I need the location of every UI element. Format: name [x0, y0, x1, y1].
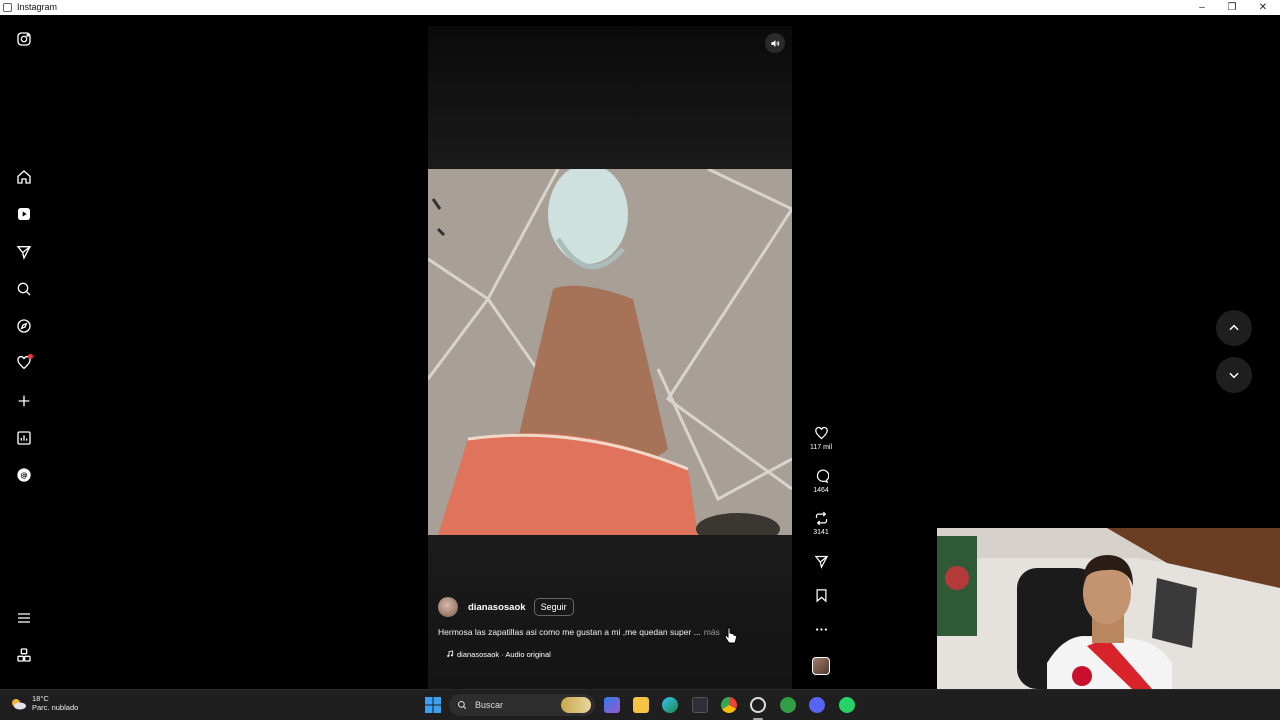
- whatsapp-icon[interactable]: [839, 697, 855, 713]
- heart-icon: [814, 426, 828, 440]
- webcam-feed: [937, 528, 1280, 689]
- window-title: Instagram: [17, 2, 58, 12]
- repost-icon: [815, 511, 827, 526]
- search-icon: [457, 700, 467, 710]
- ellipsis-icon: [815, 628, 827, 631]
- save-button[interactable]: [806, 588, 836, 603]
- audio-link[interactable]: dianasosaok · Audio original: [438, 646, 656, 662]
- dashboard-icon[interactable]: [12, 426, 36, 450]
- share-button[interactable]: [806, 554, 836, 569]
- windows-taskbar: 18°C Parc. nublado Buscar: [0, 689, 1280, 720]
- messages-icon[interactable]: [12, 240, 36, 264]
- video-frame: [428, 169, 792, 535]
- author-username[interactable]: dianasosaok: [468, 602, 526, 613]
- window-titlebar: Instagram – ❐ ✕: [0, 0, 1280, 15]
- windows-logo-icon: [425, 697, 441, 713]
- bookmark-icon: [816, 589, 826, 603]
- svg-text:@: @: [20, 471, 27, 480]
- edge-icon[interactable]: [662, 697, 678, 713]
- comment-count: 1464: [813, 487, 829, 494]
- threads-icon[interactable]: @: [12, 463, 36, 487]
- comment-icon: [816, 469, 829, 484]
- repost-count: 3141: [813, 529, 829, 536]
- repost-button[interactable]: 3141: [806, 511, 836, 536]
- file-explorer-icon[interactable]: [633, 697, 649, 713]
- instagram-taskbar-icon[interactable]: [750, 697, 766, 713]
- more-options-button[interactable]: [806, 622, 836, 637]
- notification-badge: [28, 354, 33, 359]
- caption-more-link[interactable]: más: [704, 627, 720, 637]
- app-icon: [3, 3, 12, 12]
- audio-toggle-button[interactable]: [765, 33, 785, 53]
- caption-text: Hermosa las zapatillas asi como me gusta…: [438, 627, 701, 637]
- also-from-meta-icon[interactable]: [12, 643, 36, 667]
- restore-button[interactable]: ❐: [1217, 0, 1247, 15]
- instagram-logo-icon[interactable]: [12, 27, 36, 51]
- home-icon[interactable]: [12, 165, 36, 189]
- audio-label: dianasosaok · Audio original: [457, 649, 551, 659]
- reel-player[interactable]: dianasosaok Seguir Hermosa las zapatilla…: [428, 26, 792, 689]
- music-note-icon: [447, 650, 454, 657]
- taskbar-search-placeholder: Buscar: [475, 700, 504, 710]
- comment-button[interactable]: 1464: [806, 469, 836, 494]
- minimize-button[interactable]: –: [1187, 0, 1217, 15]
- more-menu-icon[interactable]: [12, 606, 36, 630]
- webcam-overlay: [937, 528, 1280, 689]
- reels-icon[interactable]: [12, 202, 36, 226]
- search-icon[interactable]: [12, 277, 36, 301]
- previous-reel-button[interactable]: [1216, 310, 1252, 346]
- chevron-up-icon: [1229, 324, 1239, 331]
- weather-widget[interactable]: 18°C Parc. nublado: [10, 694, 78, 712]
- send-icon: [814, 555, 828, 569]
- speaker-icon: [770, 39, 779, 47]
- next-reel-button[interactable]: [1216, 357, 1252, 393]
- author-avatar[interactable]: [438, 597, 458, 617]
- follow-button[interactable]: Seguir: [533, 598, 574, 616]
- partly-cloudy-icon: [10, 697, 26, 710]
- store-icon[interactable]: [692, 697, 708, 713]
- create-icon[interactable]: [12, 389, 36, 413]
- like-button[interactable]: 117 mil: [806, 426, 836, 451]
- chrome-icon[interactable]: [721, 697, 737, 713]
- left-sidebar: @: [0, 15, 48, 689]
- like-count: 117 mil: [809, 444, 833, 451]
- copilot-icon[interactable]: [604, 697, 620, 713]
- reel-video[interactable]: [428, 169, 792, 535]
- weather-temperature: 18°C: [32, 694, 49, 703]
- author-row: dianasosaok Seguir: [438, 596, 782, 618]
- start-button[interactable]: [425, 697, 441, 713]
- search-highlight-icon: [561, 697, 591, 713]
- close-button[interactable]: ✕: [1248, 0, 1278, 15]
- xbox-icon[interactable]: [780, 697, 796, 713]
- chevron-down-icon: [1229, 372, 1239, 379]
- explore-icon[interactable]: [12, 314, 36, 338]
- discord-icon[interactable]: [809, 697, 825, 713]
- weather-description: Parc. nublado: [32, 703, 79, 712]
- taskbar-search[interactable]: Buscar: [449, 694, 595, 716]
- hand-cursor-icon: [724, 627, 738, 644]
- notifications-icon[interactable]: [12, 351, 36, 375]
- audio-thumbnail[interactable]: [812, 657, 830, 675]
